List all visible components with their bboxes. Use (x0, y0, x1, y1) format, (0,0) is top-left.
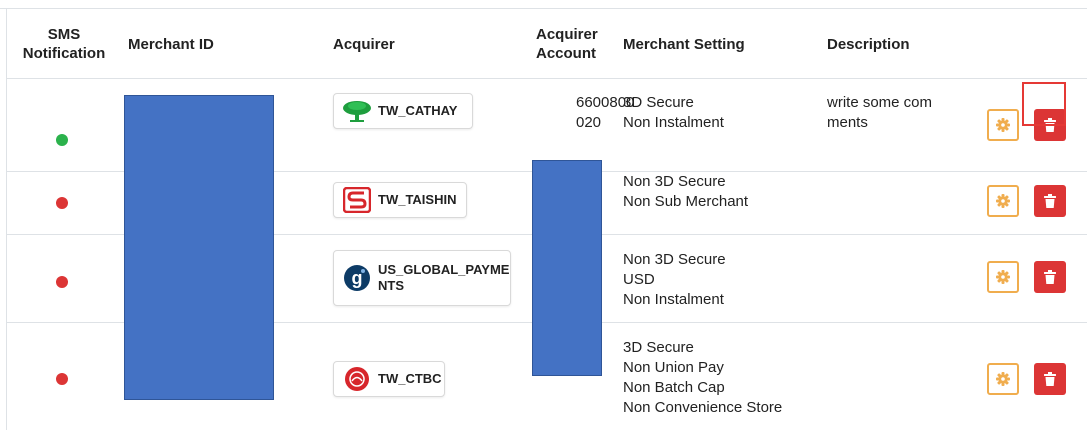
delete-button[interactable] (1034, 261, 1066, 293)
header-sms-notification: SMS Notification (22, 26, 106, 62)
header-merchant-id: Merchant ID (128, 36, 214, 53)
header-acquirer-account: Acquirer Account (536, 26, 598, 62)
gear-icon (996, 372, 1010, 386)
header-acquirer: Acquirer (333, 36, 395, 53)
delete-button[interactable] (1034, 185, 1066, 217)
delete-button[interactable] (1034, 363, 1066, 395)
gear-icon (996, 194, 1010, 208)
merchant-setting: 3D Secure Non Instalment (623, 94, 724, 131)
table-header: SMS Notification Merchant ID Acquirer Ac… (6, 9, 1087, 79)
merchant-setting: 3D Secure Non Union Pay Non Batch Cap No… (623, 339, 783, 416)
cathay-logo-icon (342, 98, 372, 124)
header-merchant-setting: Merchant Setting (623, 36, 745, 53)
acquirer-name: TW_TAISHIN (378, 192, 457, 207)
sms-status-dot-enabled (56, 134, 68, 146)
sms-status-dot-disabled (56, 276, 68, 288)
settings-button[interactable] (987, 109, 1019, 141)
trash-icon (1044, 194, 1056, 208)
gear-icon (996, 270, 1010, 284)
acquirer-badge: g US_GLOBAL_PAYME NTS (333, 250, 511, 306)
acquirer-name: TW_CTBC (378, 371, 442, 386)
acquirer-account-redaction (532, 160, 602, 376)
acquirer-badge: TW_CTBC (333, 361, 445, 397)
merchant-id-redaction (124, 95, 274, 400)
sms-status-dot-disabled (56, 197, 68, 209)
acquirer-badge: TW_CATHAY (333, 93, 473, 129)
ctbc-logo-icon (342, 366, 372, 392)
merchant-setting: Non 3D Secure USD Non Instalment (623, 251, 726, 308)
acquirer-name: US_GLOBAL_PAYME NTS (378, 262, 510, 293)
settings-button[interactable] (987, 363, 1019, 395)
settings-button[interactable] (987, 261, 1019, 293)
description: write some com ments (827, 94, 933, 131)
global-payments-logo-icon: g (342, 265, 372, 291)
trash-icon (1044, 372, 1056, 386)
taishin-logo-icon (342, 187, 372, 213)
merchant-setting: Non 3D Secure Non Sub Merchant (623, 173, 749, 210)
settings-button[interactable] (987, 185, 1019, 217)
merchant-table-page: SMS Notification Merchant ID Acquirer Ac… (0, 0, 1087, 430)
acquirer-badge: TW_TAISHIN (333, 182, 467, 218)
svg-text:g: g (352, 268, 363, 288)
header-description: Description (827, 36, 910, 53)
trash-icon (1044, 270, 1056, 284)
sms-status-dot-disabled (56, 373, 68, 385)
gear-icon (996, 118, 1010, 132)
delete-button-highlight (1022, 82, 1066, 126)
acquirer-name: TW_CATHAY (378, 103, 458, 118)
